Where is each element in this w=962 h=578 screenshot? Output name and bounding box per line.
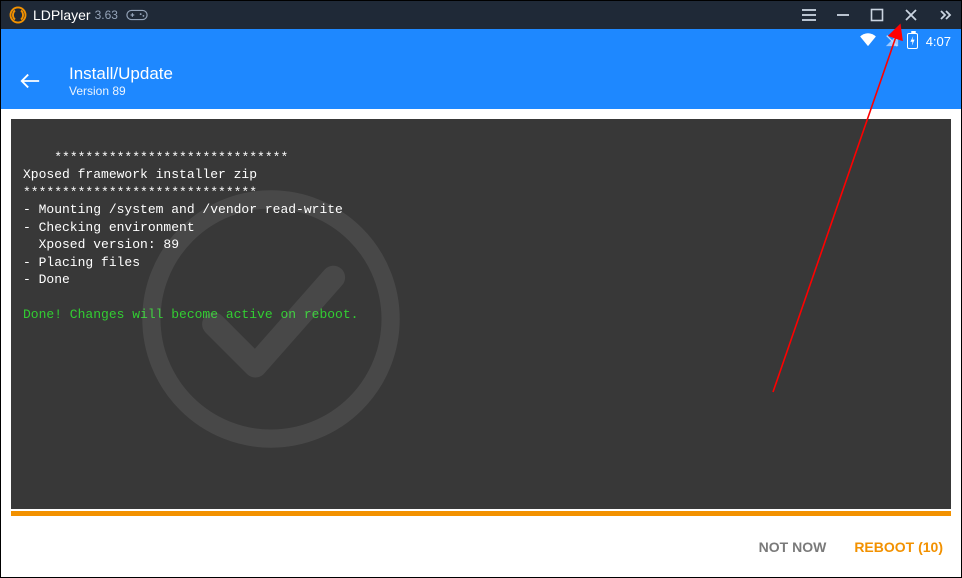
log-line: ****************************** bbox=[23, 185, 257, 200]
app-name: LDPlayer bbox=[33, 7, 91, 23]
close-button[interactable] bbox=[903, 8, 919, 22]
cell-signal-icon bbox=[885, 33, 899, 50]
status-time: 4:07 bbox=[926, 34, 951, 49]
android-status-bar: 4:07 bbox=[1, 29, 961, 53]
minimize-button[interactable] bbox=[835, 8, 851, 22]
log-success-line: Done! Changes will become active on rebo… bbox=[23, 307, 358, 322]
appbar-title: Install/Update bbox=[69, 64, 173, 84]
appbar-title-block: Install/Update Version 89 bbox=[69, 64, 173, 98]
reboot-button[interactable]: REBOOT (10) bbox=[854, 539, 943, 555]
appbar-subtitle: Version 89 bbox=[69, 84, 173, 98]
log-line: Xposed version: 89 bbox=[23, 237, 179, 252]
expand-sidebar-icon[interactable] bbox=[937, 8, 953, 22]
content-area: ****************************** Xposed fr… bbox=[1, 109, 961, 516]
battery-charging-icon bbox=[907, 33, 918, 49]
log-line: - Checking environment bbox=[23, 220, 195, 235]
app-version: 3.63 bbox=[95, 8, 118, 22]
window-controls bbox=[801, 8, 953, 22]
not-now-button[interactable]: NOT NOW bbox=[759, 539, 827, 555]
app-bar: Install/Update Version 89 bbox=[1, 53, 961, 109]
log-line: - Done bbox=[23, 272, 70, 287]
menu-icon[interactable] bbox=[801, 8, 817, 22]
ldplayer-logo-icon bbox=[9, 6, 27, 24]
dialog-actions: NOT NOW REBOOT (10) bbox=[1, 516, 961, 578]
back-button[interactable] bbox=[19, 70, 41, 92]
window-titlebar: LDPlayer 3.63 bbox=[1, 1, 961, 29]
log-line: Xposed framework installer zip bbox=[23, 167, 257, 182]
install-log-console: ****************************** Xposed fr… bbox=[11, 119, 951, 509]
install-progress-fill bbox=[11, 511, 951, 516]
wifi-icon bbox=[859, 33, 877, 50]
maximize-button[interactable] bbox=[869, 8, 885, 22]
log-line: - Mounting /system and /vendor read-writ… bbox=[23, 202, 343, 217]
log-line: ****************************** bbox=[54, 150, 288, 165]
log-line: - Placing files bbox=[23, 255, 140, 270]
install-progress-bar bbox=[11, 511, 951, 516]
controller-icon bbox=[126, 9, 148, 21]
